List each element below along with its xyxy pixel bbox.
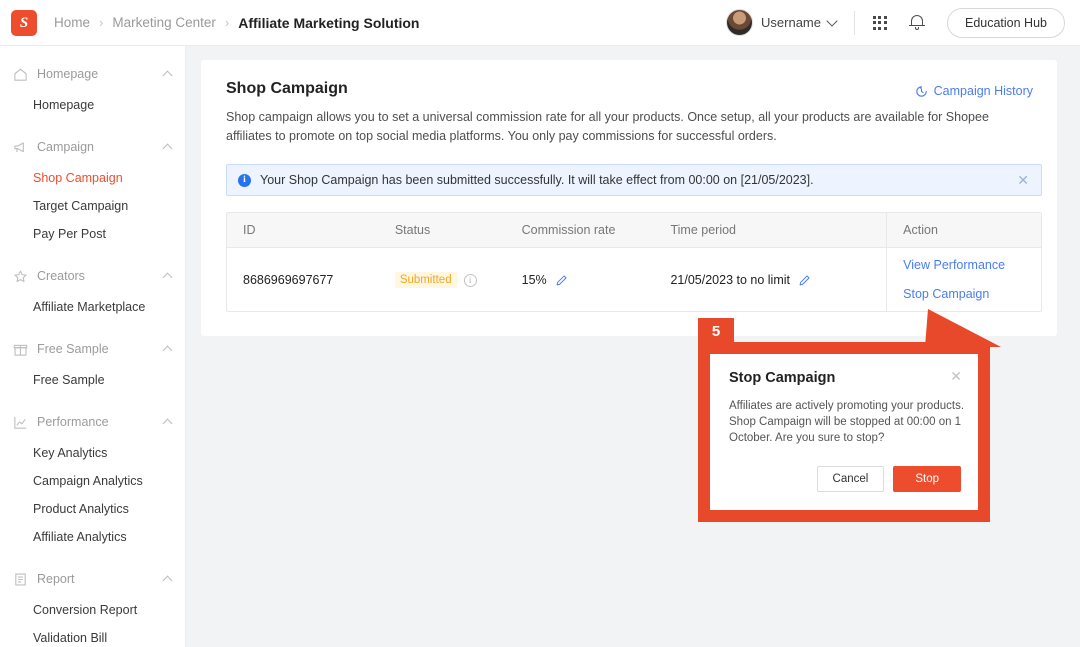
- dialog-buttons: Cancel Stop: [816, 466, 961, 492]
- sidebar-item-target-campaign[interactable]: Target Campaign: [0, 192, 185, 220]
- chevron-down-icon[interactable]: [826, 15, 838, 27]
- history-clock-icon: [915, 85, 927, 97]
- pencil-edit-icon[interactable]: [555, 274, 568, 287]
- sidebar-group-report[interactable]: Report: [0, 562, 185, 596]
- dialog-title: Stop Campaign: [729, 370, 836, 386]
- avatar[interactable]: [726, 9, 754, 36]
- sidebar-item-shop-campaign[interactable]: Shop Campaign: [0, 164, 185, 192]
- close-icon[interactable]: ✕: [1017, 172, 1029, 189]
- pointer-arrow-icon: [925, 309, 1001, 347]
- notification-bell-icon[interactable]: [908, 14, 925, 31]
- campaign-history-label: Campaign History: [933, 84, 1033, 98]
- cell-actions: View Performance Stop Campaign: [886, 248, 1041, 311]
- gift-icon: [13, 344, 28, 356]
- success-alert-banner: i Your Shop Campaign has been submitted …: [226, 164, 1042, 196]
- breadcrumb-item-affiliate-marketing-solution: Affiliate Marketing Solution: [238, 14, 420, 31]
- sidebar-group-label: Report: [37, 572, 75, 586]
- pencil-edit-icon[interactable]: [798, 274, 811, 287]
- cell-commission-rate: 15%: [506, 248, 655, 311]
- chevron-up-icon[interactable]: [162, 418, 173, 429]
- breadcrumb: Home › Marketing Center › Affiliate Mark…: [54, 15, 419, 31]
- sidebar-item-product-analytics[interactable]: Product Analytics: [0, 495, 185, 523]
- column-header-time-period: Time period: [670, 223, 737, 237]
- sidebar-group-label: Performance: [37, 415, 109, 429]
- header-right-controls: Username Education Hub: [726, 0, 1080, 45]
- column-header-commission-rate: Commission rate: [521, 223, 616, 237]
- megaphone-icon: [14, 141, 24, 152]
- page-title: Shop Campaign: [226, 80, 348, 97]
- sidebar-item-affiliate-analytics[interactable]: Affiliate Analytics: [0, 523, 185, 551]
- grid-apps-icon[interactable]: [872, 15, 887, 30]
- education-hub-button[interactable]: Education Hub: [946, 7, 1065, 38]
- cell-time-period: 21/05/2023 to no limit: [654, 248, 886, 311]
- chevron-up-icon[interactable]: [162, 345, 173, 356]
- sidebar-group-label: Homepage: [37, 67, 99, 81]
- sidebar-group-label: Campaign: [37, 140, 94, 154]
- report-doc-icon: [15, 573, 26, 586]
- table-header-row: ID Status Commission rate Time period Ac…: [227, 213, 1041, 248]
- status-badge: Submitted: [394, 272, 457, 288]
- sidebar-group-label: Creators: [37, 269, 85, 283]
- commission-rate-value: 15%: [521, 273, 547, 287]
- sidebar-group-performance[interactable]: Performance: [0, 405, 185, 439]
- sidebar-navigation: Homepage Homepage Campaign Shop Campaign Tar…: [0, 46, 186, 647]
- campaign-table: ID Status Commission rate Time period Ac…: [226, 212, 1042, 312]
- step-number-badge: 5: [698, 318, 734, 344]
- cell-id: 8686969697677: [243, 273, 334, 287]
- chevron-up-icon[interactable]: [162, 575, 173, 586]
- campaign-history-link[interactable]: Campaign History: [915, 84, 1033, 98]
- breadcrumb-item-marketing-center[interactable]: Marketing Center: [112, 15, 216, 30]
- sidebar-group-campaign[interactable]: Campaign: [0, 130, 185, 164]
- chevron-up-icon[interactable]: [162, 70, 173, 81]
- table-row: 8686969697677 Submitted i 15% 21/05/2023…: [227, 248, 1041, 311]
- view-performance-link[interactable]: View Performance: [903, 251, 1005, 280]
- breadcrumb-separator: ›: [99, 15, 104, 30]
- chevron-up-icon[interactable]: [162, 143, 173, 154]
- shop-campaign-card: Shop Campaign Campaign History Shop camp…: [201, 60, 1057, 336]
- dialog-body-text: Affiliates are actively promoting your p…: [729, 400, 965, 444]
- info-icon: i: [238, 173, 251, 187]
- annotation-callout: 5 Stop Campaign ✕ Affiliates are activel…: [698, 309, 1001, 522]
- sidebar-group-homepage[interactable]: Homepage: [0, 57, 185, 91]
- shopee-bag-icon[interactable]: S: [11, 9, 37, 36]
- stop-campaign-dialog: Stop Campaign ✕ Affiliates are actively …: [710, 354, 978, 510]
- sidebar-item-campaign-analytics[interactable]: Campaign Analytics: [0, 467, 185, 495]
- top-header-bar: S Home › Marketing Center › Affiliate Ma…: [0, 0, 1080, 46]
- chevron-up-icon[interactable]: [162, 272, 173, 283]
- alert-message: Your Shop Campaign has been submitted su…: [260, 173, 814, 187]
- cancel-button[interactable]: Cancel: [816, 466, 885, 492]
- breadcrumb-item-home[interactable]: Home: [54, 15, 90, 30]
- sidebar-item-affiliate-marketplace[interactable]: Affiliate Marketplace: [0, 293, 185, 321]
- star-icon: [14, 270, 27, 282]
- info-circle-icon[interactable]: i: [463, 273, 477, 287]
- sidebar-group-free-sample[interactable]: Free Sample: [0, 332, 185, 366]
- sidebar-group-creators[interactable]: Creators: [0, 259, 185, 293]
- stop-button[interactable]: Stop: [893, 466, 961, 492]
- breadcrumb-separator: ›: [224, 15, 230, 30]
- sidebar-item-pay-per-post[interactable]: Pay Per Post: [0, 220, 185, 248]
- sidebar-item-free-sample[interactable]: Free Sample: [0, 366, 185, 394]
- chart-line-icon: [14, 416, 27, 429]
- sidebar-item-validation-bill[interactable]: Validation Bill: [0, 624, 185, 647]
- logo-letter: S: [19, 14, 29, 31]
- sidebar-item-conversion-report[interactable]: Conversion Report: [0, 596, 185, 624]
- cell-status: Submitted i: [379, 248, 506, 311]
- column-header-action: Action: [886, 213, 1041, 247]
- column-header-id: ID: [243, 223, 256, 237]
- sidebar-item-homepage[interactable]: Homepage: [0, 91, 185, 119]
- column-header-status: Status: [394, 223, 431, 237]
- username-label[interactable]: Username: [761, 15, 821, 30]
- sidebar-group-label: Free Sample: [37, 342, 109, 356]
- stop-campaign-link[interactable]: Stop Campaign: [903, 280, 989, 309]
- sidebar-item-key-analytics[interactable]: Key Analytics: [0, 439, 185, 467]
- home-icon: [14, 68, 27, 81]
- close-icon[interactable]: ✕: [950, 368, 962, 385]
- time-period-value: 21/05/2023 to no limit: [670, 273, 790, 287]
- header-divider: [853, 10, 855, 35]
- card-description: Shop campaign allows you to set a univer…: [226, 110, 989, 143]
